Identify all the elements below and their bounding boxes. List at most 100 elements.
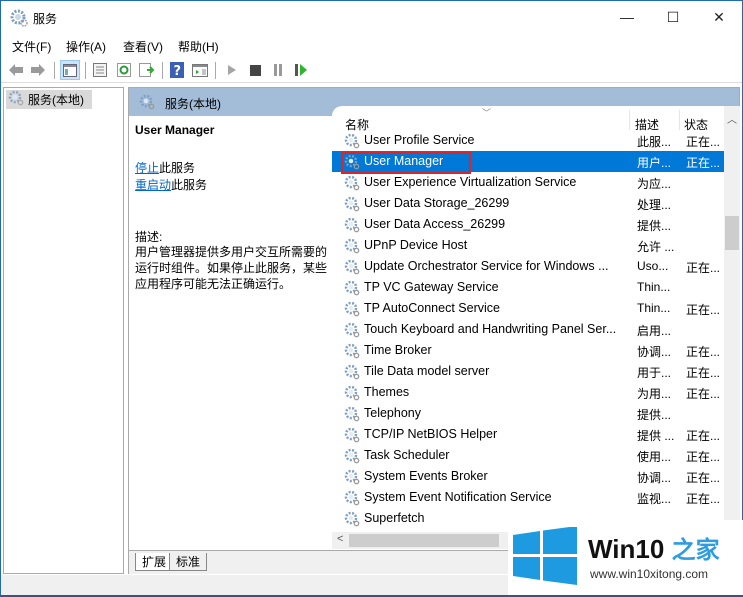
stop-service-icon[interactable]: [245, 60, 265, 80]
toolbar-separator: [85, 62, 86, 79]
service-state: 正在...: [686, 450, 721, 464]
service-gear-icon: [344, 175, 360, 194]
service-name: Themes: [364, 385, 410, 399]
service-name: User Experience Virtualization Service: [364, 175, 577, 189]
service-gear-icon: [344, 385, 360, 404]
description-text: 用户管理器提供多用户交互所需要的运行时组件。如果停止此服务，某些应用程序可能无法…: [135, 245, 328, 291]
tree-item-services-local[interactable]: 服务(本地): [6, 90, 92, 109]
service-row[interactable]: Telephony 提供...: [332, 403, 724, 424]
horizontal-scroll-thumb[interactable]: [349, 534, 499, 547]
minimize-button[interactable]: —: [604, 1, 650, 33]
service-name: Touch Keyboard and Handwriting Panel Ser…: [364, 322, 617, 336]
service-state: 正在...: [686, 429, 721, 443]
service-name: System Event Notification Service: [364, 490, 552, 504]
service-state: 正在...: [686, 366, 721, 380]
service-description: 提供 ...: [637, 429, 675, 443]
service-row-selected[interactable]: User Manager 用户... 正在...: [332, 151, 724, 174]
export-list-icon[interactable]: [137, 60, 157, 80]
service-row[interactable]: System Event Notification Service 监视... 正在…: [332, 487, 724, 508]
refresh-icon[interactable]: [114, 60, 134, 80]
back-icon[interactable]: [6, 60, 26, 80]
maximize-button[interactable]: ☐: [650, 1, 696, 33]
service-row[interactable]: User Profile Service 此服... 正在...: [332, 130, 724, 151]
service-state: 正在...: [686, 345, 721, 359]
stop-service-link[interactable]: 停止: [135, 161, 159, 175]
tab-extended[interactable]: 扩展: [135, 553, 174, 571]
service-row[interactable]: Task Scheduler 使用... 正在...: [332, 445, 724, 466]
vertical-scrollbar[interactable]: ︿: [724, 106, 740, 532]
restart-service-suffix: 此服务: [171, 178, 208, 192]
tab-standard[interactable]: 标准: [169, 553, 208, 571]
service-row[interactable]: TP VC Gateway Service Thin...: [332, 277, 724, 298]
forward-icon[interactable]: [28, 60, 48, 80]
column-separator[interactable]: [629, 110, 630, 130]
service-row[interactable]: Time Broker 协调... 正在...: [332, 340, 724, 361]
service-description: 协调...: [637, 471, 672, 485]
menu-help[interactable]: 帮助(H): [178, 38, 219, 55]
restart-service-link[interactable]: 重启动: [135, 178, 171, 192]
windows-logo-icon: [513, 526, 577, 588]
service-state: 正在...: [686, 471, 721, 485]
pause-service-icon[interactable]: [268, 60, 288, 80]
service-row[interactable]: System Events Broker 协调... 正在...: [332, 466, 724, 487]
close-button[interactable]: ✕: [696, 1, 742, 33]
service-row[interactable]: Tile Data model server 用于... 正在...: [332, 361, 724, 382]
menu-action[interactable]: 操作(A): [66, 38, 106, 55]
service-description: 协调...: [637, 345, 672, 359]
service-gear-icon: [344, 217, 360, 236]
service-row[interactable]: Update Orchestrator Service for Windows …: [332, 256, 724, 277]
service-row[interactable]: TCP/IP NetBIOS Helper 提供 ... 正在...: [332, 424, 724, 445]
service-gear-icon: [344, 511, 360, 530]
help-icon[interactable]: ?: [167, 60, 187, 80]
service-state: 正在...: [686, 156, 721, 170]
service-name: User Data Storage_26299: [364, 196, 510, 210]
services-gear-icon: [8, 90, 24, 109]
restart-service-icon[interactable]: [291, 60, 311, 80]
service-gear-icon: [344, 406, 360, 425]
scroll-up-icon[interactable]: ︿: [727, 111, 737, 126]
service-name: TCP/IP NetBIOS Helper: [364, 427, 498, 441]
service-row[interactable]: TP AutoConnect Service Thin... 正在...: [332, 298, 724, 319]
watermark: Win10 之家 www.win10xitong.com: [508, 520, 743, 595]
service-name: Time Broker: [364, 343, 432, 357]
service-gear-icon: [344, 490, 360, 509]
service-description: 此服...: [637, 135, 672, 149]
column-separator[interactable]: [679, 110, 680, 130]
watermark-brand: Win10 之家: [588, 530, 720, 565]
stop-service-suffix: 此服务: [159, 161, 196, 175]
start-service-icon[interactable]: [222, 60, 242, 80]
service-gear-icon: [344, 301, 360, 320]
pane-title: 服务(本地): [165, 97, 221, 111]
service-row[interactable]: Themes 为用... 正在...: [332, 382, 724, 403]
service-row[interactable]: User Data Storage_26299 处理...: [332, 193, 724, 214]
service-description: 允许 ...: [637, 240, 675, 254]
service-detail-panel: User Manager 停止此服务 重启动此服务 描述: 用户管理器提供多用户…: [129, 116, 329, 548]
service-description: Uso...: [637, 259, 669, 273]
service-gear-icon: [344, 469, 360, 488]
services-list: ﹀ 名称 描述 状态 User Profile Service 此服... 正在..…: [332, 106, 740, 550]
service-gear-icon: [344, 427, 360, 446]
toolbar: ?: [1, 58, 742, 83]
service-row[interactable]: UPnP Device Host 允许 ...: [332, 235, 724, 256]
service-row[interactable]: Touch Keyboard and Handwriting Panel Ser…: [332, 319, 724, 340]
vertical-scroll-thumb[interactable]: [725, 216, 739, 250]
service-description: 监视...: [637, 492, 672, 506]
menu-file[interactable]: 文件(F): [12, 38, 51, 55]
service-row[interactable]: User Experience Virtualization Service 为应…: [332, 172, 724, 193]
watermark-url: www.win10xitong.com: [590, 567, 709, 581]
window-title: 服务: [33, 12, 58, 26]
show-console-tree-icon[interactable]: [60, 60, 80, 80]
title-bar: 服务 — ☐ ✕: [1, 1, 742, 34]
service-description: Thin...: [637, 301, 671, 315]
service-description: 为用...: [637, 387, 672, 401]
scroll-left-icon[interactable]: <: [337, 533, 343, 545]
services-gear-icon: [139, 94, 155, 113]
show-action-pane-icon[interactable]: [190, 60, 210, 80]
service-row[interactable]: User Data Access_26299 提供...: [332, 214, 724, 235]
menu-view[interactable]: 查看(V): [123, 38, 163, 55]
service-gear-icon: [344, 196, 360, 215]
service-gear-icon: [344, 322, 360, 341]
properties-icon[interactable]: [90, 60, 110, 80]
service-description: 用户...: [637, 156, 672, 170]
toolbar-separator: [54, 62, 55, 79]
